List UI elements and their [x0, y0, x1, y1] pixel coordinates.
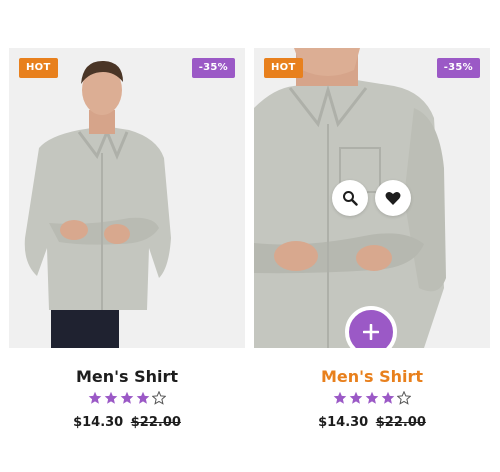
plus-icon — [363, 324, 379, 340]
model-photo-zoomed — [254, 48, 446, 348]
old-price: $22.00 — [375, 415, 426, 430]
product-info: Men's Shirt $14.30 $22.00 — [9, 367, 245, 431]
star-filled-icon — [136, 391, 150, 404]
search-icon — [343, 191, 358, 206]
star-empty-icon — [397, 391, 411, 405]
rating-stars — [9, 391, 245, 407]
rating-stars — [254, 391, 490, 407]
heart-icon — [385, 191, 401, 205]
product-info: Men's Shirt $14.30 $22.00 — [254, 367, 490, 431]
star-filled-icon — [333, 391, 347, 404]
product-grid: HOT -35% Men's Shirt $14.30 $22.00 HOT -… — [0, 0, 500, 472]
product-card[interactable]: HOT -35% Men's Shirt $14.30 $22.00 — [9, 48, 245, 431]
wishlist-button[interactable] — [375, 180, 411, 216]
discount-badge: -35% — [191, 58, 235, 78]
product-card[interactable]: HOT -35% Men's Shirt $14.30 $22.00 — [254, 48, 490, 431]
star-filled-icon — [88, 391, 102, 404]
star-filled-icon — [381, 391, 395, 404]
quick-view-button[interactable] — [332, 180, 368, 216]
star-filled-icon — [120, 391, 134, 404]
star-filled-icon — [349, 391, 363, 404]
hot-badge: HOT — [19, 58, 58, 78]
product-title[interactable]: Men's Shirt — [254, 367, 490, 387]
product-image[interactable]: HOT -35% — [254, 48, 490, 348]
discount-badge: -35% — [436, 58, 480, 78]
current-price: $14.30 — [318, 415, 369, 430]
star-empty-icon — [152, 391, 166, 405]
product-title[interactable]: Men's Shirt — [9, 367, 245, 387]
model-photo — [24, 60, 171, 348]
old-price: $22.00 — [130, 415, 181, 430]
current-price: $14.30 — [73, 415, 124, 430]
product-price: $14.30 $22.00 — [254, 415, 490, 431]
hot-badge: HOT — [264, 58, 303, 78]
product-image[interactable]: HOT -35% — [9, 48, 245, 348]
star-filled-icon — [104, 391, 118, 404]
product-price: $14.30 $22.00 — [9, 415, 245, 431]
star-filled-icon — [365, 391, 379, 404]
